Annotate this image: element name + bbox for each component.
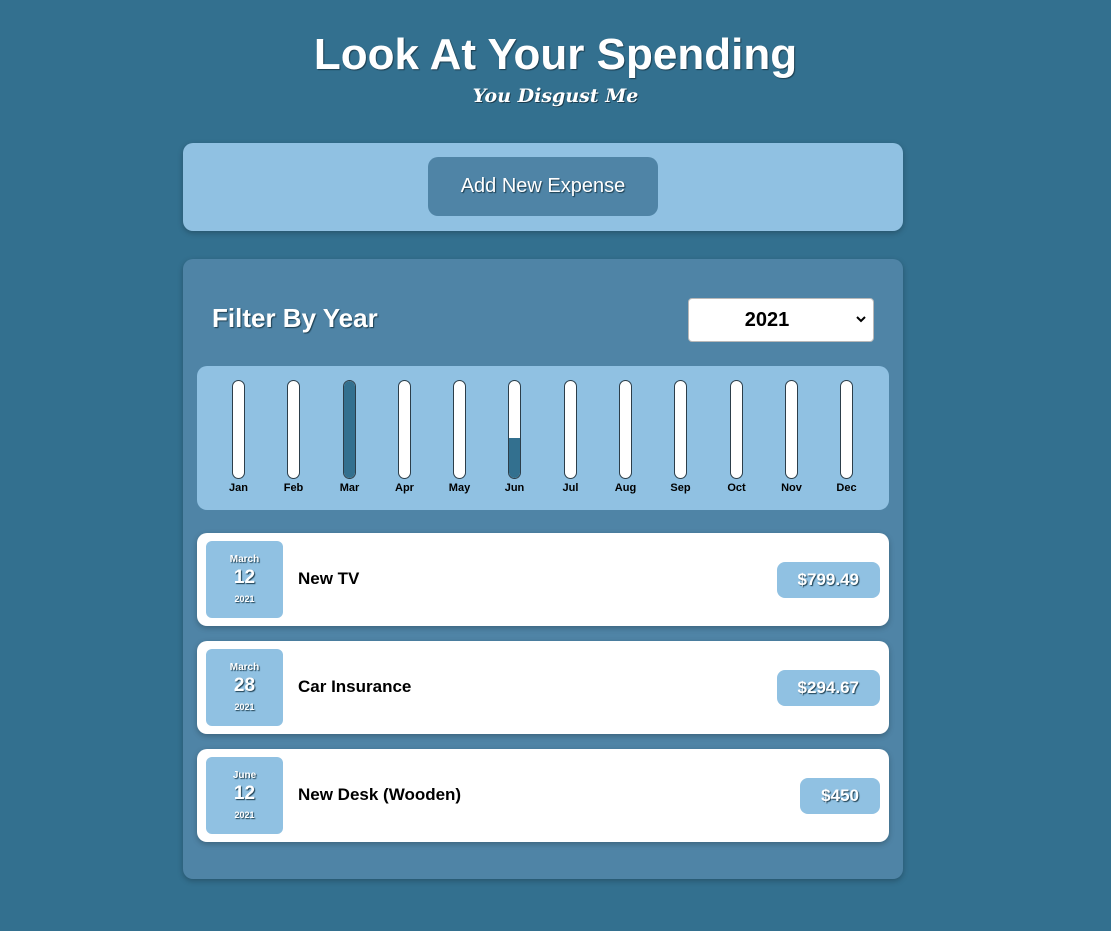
chart-bar-track: [287, 380, 300, 479]
chart-bar-label: Aug: [614, 482, 637, 494]
app-header: Look At Your Spending You Disgust Me: [0, 28, 1111, 110]
chart-bar-track: [785, 380, 798, 479]
chart-bar-jul: Jul: [543, 380, 598, 496]
chart-bar-label: Mar: [339, 482, 360, 494]
expense-date-month: March: [229, 554, 260, 565]
chart-bar-track: [453, 380, 466, 479]
year-select[interactable]: 2021: [688, 298, 874, 342]
chevron-down-icon: [856, 316, 866, 323]
chart-bar-label: Jun: [504, 482, 525, 494]
chart-bar-label: Oct: [727, 482, 746, 494]
chart-bar-label: Dec: [836, 482, 857, 494]
chart-bar-track: [398, 380, 411, 479]
expense-item[interactable]: March 12 2021 New TV $799.49: [197, 533, 889, 626]
new-expense-panel: Add New Expense: [183, 143, 903, 231]
expense-date: March 12 2021: [206, 541, 283, 618]
chart-bar-feb: Feb: [266, 380, 321, 496]
expense-date-month: March: [229, 662, 260, 673]
chart-bar-track: [508, 380, 521, 479]
expense-amount: $294.67: [776, 670, 880, 706]
expense-date-month: June: [232, 770, 257, 781]
chart-bar-track: [564, 380, 577, 479]
chart-bar-track: [840, 380, 853, 479]
expense-date-year: 2021: [234, 702, 255, 712]
filter-by-year-label: Filter By Year: [212, 303, 378, 333]
expense-date-day: 12: [233, 783, 256, 804]
chart-bar-label: Jan: [229, 482, 248, 494]
expense-date: March 28 2021: [206, 649, 283, 726]
chart-bar-label: Jul: [562, 482, 579, 494]
chart-bar-track: [730, 380, 743, 479]
chart-bar-oct: Oct: [709, 380, 764, 496]
expense-date-year: 2021: [234, 810, 255, 820]
chart-bar-mar: Mar: [322, 380, 377, 496]
expense-date-day: 12: [233, 567, 256, 588]
year-select-value: 2021: [744, 309, 790, 331]
expense-title: Car Insurance: [298, 677, 412, 696]
page-subtitle: You Disgust Me: [472, 85, 639, 107]
chart-bar-dec: Dec: [819, 380, 874, 496]
chart-bar-label: May: [448, 482, 471, 494]
chart-bar-label: Feb: [283, 482, 304, 494]
chart-bar-sep: Sep: [653, 380, 708, 496]
expense-item[interactable]: June 12 2021 New Desk (Wooden) $450: [197, 749, 889, 842]
chart-bar-label: Apr: [395, 482, 414, 494]
expense-amount: $799.49: [776, 562, 880, 598]
expense-title: New TV: [298, 569, 360, 588]
expense-date: June 12 2021: [206, 757, 283, 834]
chart-bar-label: Nov: [781, 482, 802, 494]
chart-bar-track: [232, 380, 245, 479]
chart-bar-track: [619, 380, 632, 479]
chart-bar-jun: Jun: [487, 380, 542, 496]
expense-date-year: 2021: [234, 594, 255, 604]
chart-bar-aug: Aug: [598, 380, 653, 496]
expense-amount: $450: [800, 778, 880, 814]
chart-bar-track: [674, 380, 687, 479]
add-new-expense-button[interactable]: Add New Expense: [428, 157, 658, 216]
expense-date-day: 28: [233, 675, 256, 696]
page-title: Look At Your Spending: [313, 30, 798, 79]
chart-bar-fill: [509, 438, 520, 478]
chart-bar-label: Sep: [670, 482, 691, 494]
expenses-panel: Filter By Year 2021 Jan Feb Mar Apr May: [183, 259, 903, 879]
chart-bar-jan: Jan: [211, 380, 266, 496]
chart-bar-apr: Apr: [377, 380, 432, 496]
monthly-expenses-chart: Jan Feb Mar Apr May Jun Jul Aug Sep Oct …: [197, 366, 889, 510]
expense-item[interactable]: March 28 2021 Car Insurance $294.67: [197, 641, 889, 734]
chart-bar-may: May: [432, 380, 487, 496]
expense-title: New Desk (Wooden): [298, 785, 462, 804]
chart-bar-fill: [344, 381, 355, 478]
chart-bar-track: [343, 380, 356, 479]
chart-bar-nov: Nov: [764, 380, 819, 496]
